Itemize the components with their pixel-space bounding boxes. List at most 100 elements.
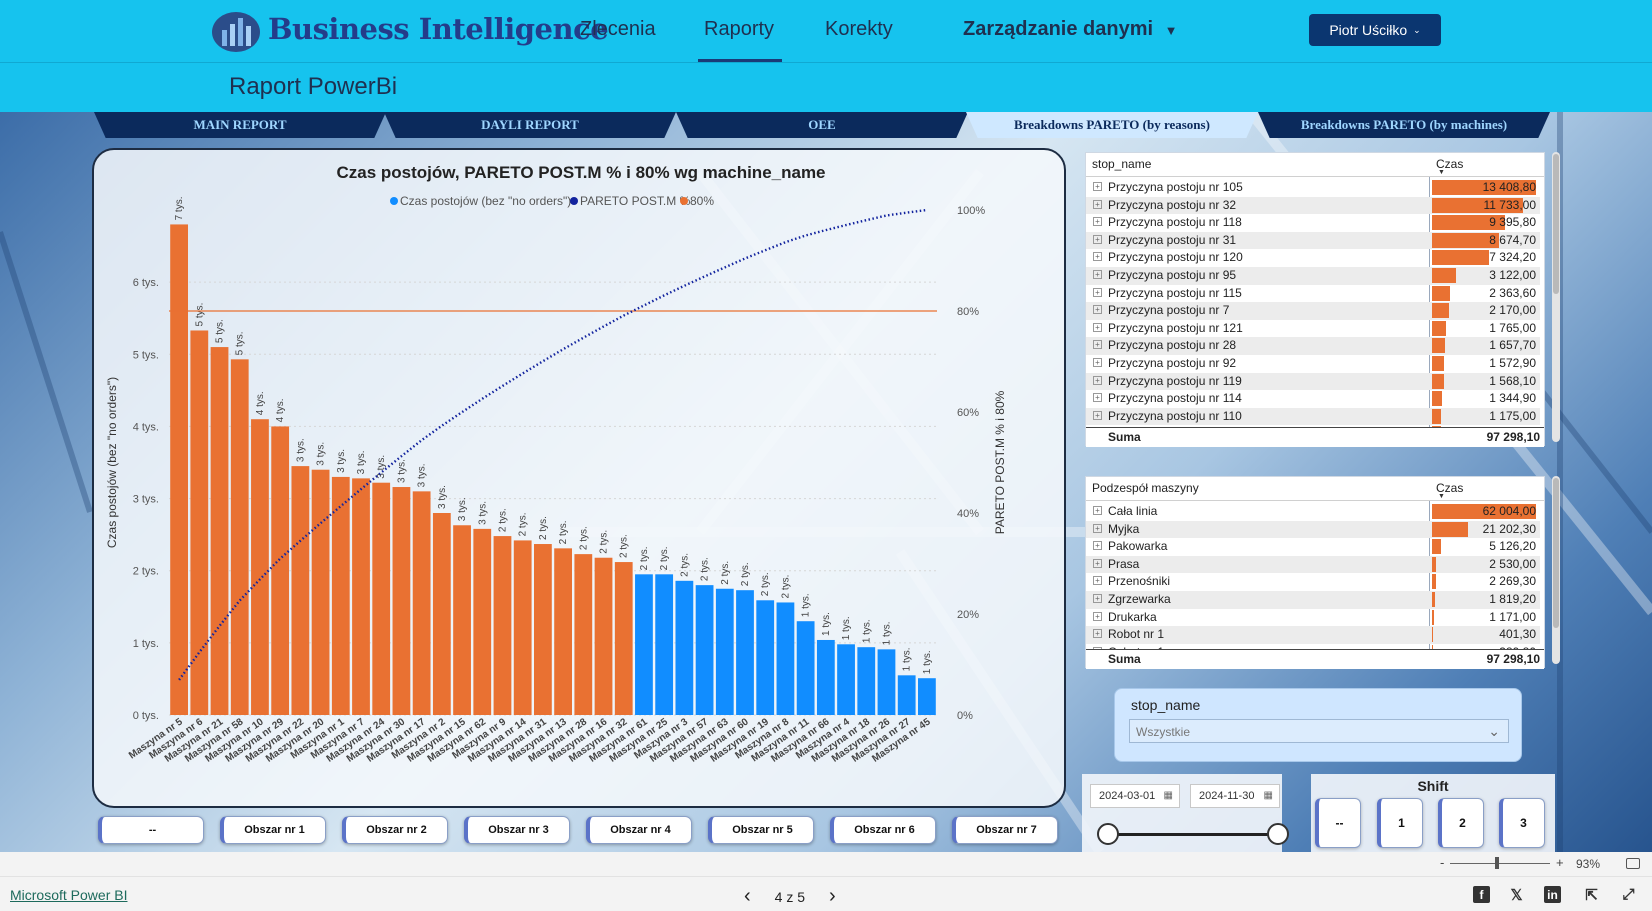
table-row[interactable]: + Cała linia 62 004,00 xyxy=(1086,503,1540,521)
col-header-stop-name[interactable]: stop_name xyxy=(1092,157,1151,171)
tab-oee[interactable]: OEE xyxy=(676,112,968,138)
bar[interactable] xyxy=(877,649,896,715)
table-row[interactable]: + Myjka 21 202,30 xyxy=(1086,520,1540,539)
bar[interactable] xyxy=(675,580,694,715)
bar[interactable] xyxy=(796,621,815,715)
next-page-button[interactable]: › xyxy=(829,885,836,908)
date-range-end-handle[interactable] xyxy=(1267,823,1289,845)
nav-raporty[interactable]: Raporty xyxy=(704,18,774,41)
table-row[interactable]: + Przyczyna postoju nr 118 9 395,80 xyxy=(1086,214,1540,232)
table-row[interactable]: + Przyczyna postoju nr 28 1 657,70 xyxy=(1086,337,1540,355)
expand-icon[interactable]: + xyxy=(1093,322,1102,332)
bar[interactable] xyxy=(594,557,613,715)
bar[interactable] xyxy=(756,600,775,715)
expand-icon[interactable]: + xyxy=(1093,340,1102,350)
table-row[interactable]: + Zgrzewarka 1 819,20 xyxy=(1086,591,1540,609)
expand-icon[interactable]: + xyxy=(1093,506,1102,515)
tab-dayli-report[interactable]: DAYLI REPORT xyxy=(384,112,676,138)
nav-korekty[interactable]: Korekty xyxy=(825,18,893,41)
expand-icon[interactable]: + xyxy=(1093,410,1102,420)
date-to-input[interactable]: 2024-11-30 ▦ xyxy=(1190,784,1280,808)
bar[interactable] xyxy=(230,359,249,715)
share-icon[interactable]: ⇱ xyxy=(1583,886,1600,904)
zoom-slider[interactable] xyxy=(1450,863,1550,864)
table-row[interactable]: + Przyczyna postoju nr 110 1 175,00 xyxy=(1086,407,1540,426)
expand-icon[interactable]: + xyxy=(1093,252,1102,262)
expand-icon[interactable]: + xyxy=(1093,558,1102,568)
twitter-icon[interactable]: 𝕏 xyxy=(1508,886,1525,904)
col-header-podzespol[interactable]: Podzespół maszyny xyxy=(1092,481,1199,495)
bar[interactable] xyxy=(918,678,936,715)
fit-to-page-icon[interactable] xyxy=(1626,858,1640,869)
bar[interactable] xyxy=(352,478,370,715)
expand-icon[interactable]: + xyxy=(1093,234,1102,244)
bar[interactable] xyxy=(392,487,411,715)
bar[interactable] xyxy=(311,469,330,715)
tab-breakdowns-pareto-reasons[interactable]: Breakdowns PARETO (by reasons) xyxy=(966,112,1258,138)
bar[interactable] xyxy=(372,482,391,715)
table-row[interactable]: + Przyczyna postoju nr 115 2 363,60 xyxy=(1086,285,1540,303)
bar[interactable] xyxy=(837,644,855,715)
bar[interactable] xyxy=(554,548,572,715)
linkedin-icon[interactable]: in xyxy=(1544,886,1561,903)
expand-icon[interactable]: + xyxy=(1093,305,1102,315)
table-row[interactable]: + Przyczyna postoju nr 32 11 733,00 xyxy=(1086,196,1540,215)
table-row[interactable]: + Pakowarka 5 126,20 xyxy=(1086,538,1540,556)
expand-icon[interactable]: + xyxy=(1093,629,1102,639)
prev-page-button[interactable]: ‹ xyxy=(744,885,751,908)
table-row[interactable]: + Przyczyna postoju nr 31 8 674,70 xyxy=(1086,231,1540,250)
nav-zlecenia[interactable]: Zlecenia xyxy=(580,18,656,41)
scrollbar[interactable] xyxy=(1552,476,1560,664)
table-row[interactable]: + Przyczyna postoju nr 7 2 170,00 xyxy=(1086,302,1540,320)
bar[interactable] xyxy=(513,540,532,715)
shift-button-1[interactable]: 1 xyxy=(1377,798,1423,848)
date-range-start-handle[interactable] xyxy=(1097,823,1119,845)
date-from-input[interactable]: 2024-03-01 ▦ xyxy=(1090,784,1180,808)
table-row[interactable]: + Drukarka 1 171,00 xyxy=(1086,609,1540,627)
bar[interactable] xyxy=(170,224,188,715)
bar[interactable] xyxy=(736,590,754,715)
expand-icon[interactable]: + xyxy=(1093,541,1102,551)
expand-icon[interactable]: + xyxy=(1093,182,1102,191)
shift-button-3[interactable]: 3 xyxy=(1499,798,1545,848)
tab-main-report[interactable]: MAIN REPORT xyxy=(94,112,386,138)
bar[interactable] xyxy=(776,602,795,715)
bar[interactable] xyxy=(695,585,714,715)
table-row[interactable]: + Robot nr 1 401,30 xyxy=(1086,626,1540,644)
area-button-5[interactable]: Obszar nr 5 xyxy=(708,816,814,844)
area-button-1[interactable]: Obszar nr 1 xyxy=(220,816,326,844)
expand-icon[interactable]: + xyxy=(1093,594,1102,603)
bar[interactable] xyxy=(897,675,916,715)
bar[interactable] xyxy=(271,426,290,715)
table-row[interactable]: + Przyczyna postoju nr 114 1 344,90 xyxy=(1086,390,1540,408)
bar[interactable] xyxy=(715,588,734,715)
shift-button-2[interactable]: 2 xyxy=(1438,798,1484,848)
bar[interactable] xyxy=(432,513,451,715)
expand-icon[interactable]: + xyxy=(1093,287,1102,297)
area-button-3[interactable]: Obszar nr 3 xyxy=(464,816,570,844)
area-button-6[interactable]: Obszar nr 6 xyxy=(830,816,936,844)
bar[interactable] xyxy=(655,574,674,715)
bar[interactable] xyxy=(816,639,835,715)
bar[interactable] xyxy=(534,544,552,715)
table-row[interactable]: + Przenośniki 2 269,30 xyxy=(1086,573,1540,591)
table-row[interactable]: + Przyczyna postoju nr 119 1 568,10 xyxy=(1086,372,1540,391)
expand-icon[interactable]: + xyxy=(1093,393,1102,403)
expand-icon[interactable]: + xyxy=(1093,358,1102,367)
calendar-icon[interactable]: ▦ xyxy=(1264,790,1273,801)
tab-breakdowns-pareto-machines[interactable]: Breakdowns PARETO (by machines) xyxy=(1258,112,1550,138)
bar[interactable] xyxy=(251,419,269,715)
bar[interactable] xyxy=(190,330,209,715)
scrollbar[interactable] xyxy=(1552,152,1560,442)
expand-icon[interactable]: + xyxy=(1093,217,1102,227)
zoom-out-button[interactable]: - xyxy=(1440,855,1444,870)
power-bi-link[interactable]: Microsoft Power BI xyxy=(10,887,127,903)
bar[interactable] xyxy=(210,347,229,715)
bar[interactable] xyxy=(614,562,633,715)
date-range-track[interactable] xyxy=(1108,833,1278,836)
expand-icon[interactable]: + xyxy=(1093,576,1102,586)
calendar-icon[interactable]: ▦ xyxy=(1164,790,1173,801)
zoom-slider-handle[interactable] xyxy=(1495,857,1499,869)
fullscreen-icon[interactable]: ⤢ xyxy=(1620,886,1637,903)
table-row[interactable]: + Przyczyna postoju nr 120 7 324,20 xyxy=(1086,249,1540,267)
